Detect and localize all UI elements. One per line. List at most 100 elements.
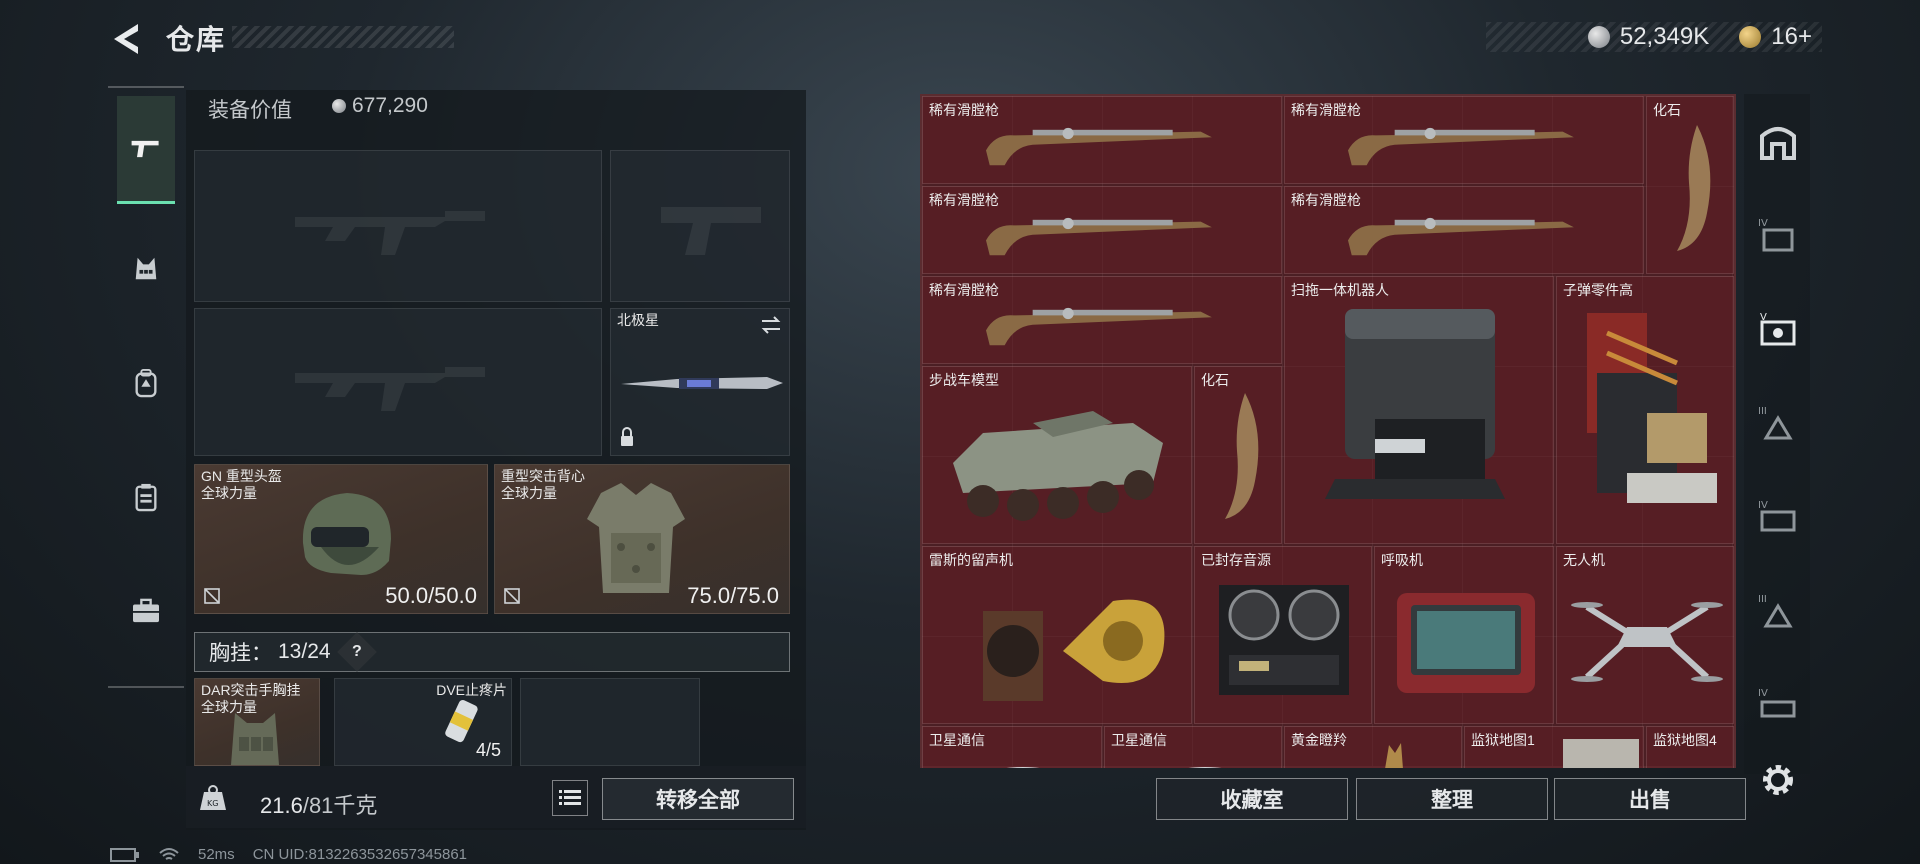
carry-weight: 21.6/81千克 — [260, 788, 377, 820]
nav-weapons[interactable] — [117, 96, 175, 204]
battery-icon — [110, 847, 139, 862]
item-label: 步战车模型 — [929, 372, 999, 388]
wifi-icon — [159, 847, 179, 860]
nav-container[interactable] — [117, 468, 175, 526]
musket-icon — [986, 307, 1212, 346]
armor-slot[interactable]: 重型突击背心 全球力量 75.0/75.0 — [494, 464, 790, 614]
item-label: 雷斯的留声机 — [929, 552, 1013, 568]
tier-iv-map-icon: IV — [1758, 500, 1796, 532]
settings-gear-icon[interactable] — [1758, 760, 1798, 800]
map-icon — [1563, 739, 1639, 768]
ammo-crate-icon — [1587, 313, 1717, 503]
stash-item-golden-gazelle[interactable]: 黄金瞪羚 — [1284, 726, 1462, 768]
chest-rig-slot[interactable]: DAR突击手胸挂 全球力量 — [194, 678, 320, 766]
nav-case[interactable] — [117, 582, 175, 640]
chest-rig-icon — [231, 713, 279, 765]
secondary-weapon-slot[interactable] — [194, 308, 602, 456]
musket-icon — [1348, 127, 1574, 166]
stash-item-drone[interactable]: 无人机 — [1556, 546, 1734, 724]
musket-icon — [986, 217, 1212, 256]
stash-item-fossil[interactable]: 化石 — [1646, 96, 1734, 274]
silver-coin-icon — [1587, 26, 1610, 48]
stash-item-gramophone[interactable]: 雷斯的留声机 — [922, 546, 1192, 724]
item-label: 呼吸机 — [1381, 552, 1423, 568]
tier-v-case-tab[interactable]: V — [1756, 306, 1800, 350]
sell-button[interactable]: 出售 — [1554, 778, 1746, 820]
melee-slot-label: 北极星 — [617, 312, 659, 328]
reel-to-reel-icon — [1219, 585, 1349, 695]
stash-item-satellite-phone[interactable]: 卫星通信 — [922, 726, 1102, 768]
list-icon — [559, 790, 581, 805]
stash-item-sealed-tape[interactable]: 已封存音源 — [1194, 546, 1372, 724]
pistol-slot[interactable] — [610, 150, 790, 302]
tier-iv-case-tab[interactable]: IV — [1756, 212, 1800, 256]
item-label: 扫拖一体机器人 — [1291, 282, 1389, 298]
nav-vest[interactable] — [117, 240, 175, 298]
weight-kg-icon: KG — [200, 785, 226, 810]
stash-item-prison-map[interactable]: 监狱地图1 — [1464, 726, 1644, 768]
chest-rig-capacity: 13/24 — [278, 640, 331, 663]
helmet-label: GN 重型头盔 全球力量 — [201, 468, 282, 501]
vest-icon — [135, 257, 157, 280]
tier-iv-box-icon: IV — [1758, 688, 1796, 718]
list-view-button[interactable] — [552, 780, 588, 816]
pistol-silhouette-icon — [661, 207, 761, 255]
unrepairable-icon — [504, 588, 520, 604]
equipment-value: 677,290 — [332, 94, 428, 118]
tier-iv-map-tab[interactable]: IV — [1756, 494, 1800, 538]
item-label: 子弹零件高 — [1563, 282, 1633, 298]
melee-slot[interactable]: 北极星 — [610, 308, 790, 456]
item-label: 化石 — [1653, 102, 1681, 118]
robot-vacuum-icon — [1325, 309, 1505, 499]
title-stripe-decoration — [232, 26, 454, 48]
helmet-slot[interactable]: GN 重型头盔 全球力量 50.0/50.0 — [194, 464, 488, 614]
back-button[interactable] — [108, 20, 146, 58]
stash-item-satellite-phone[interactable]: 卫星通信 — [1104, 726, 1282, 768]
gold-coin-icon — [1739, 26, 1762, 48]
nav-backpack[interactable] — [117, 354, 175, 412]
stash-item-musket[interactable]: 稀有滑膛枪 — [922, 186, 1282, 274]
body-armor-icon — [587, 483, 685, 593]
svg-text:III: III — [1758, 594, 1767, 605]
tier-iv-box-tab[interactable]: IV — [1756, 682, 1800, 726]
tier-iii-map-icon: III — [1758, 594, 1793, 628]
primary-weapon-slot[interactable] — [194, 150, 602, 302]
stash-item-prison-map[interactable]: 监狱地图4 — [1646, 726, 1734, 768]
fossil-claw-icon — [1677, 125, 1711, 251]
stash-item-fossil[interactable]: 化石 — [1194, 366, 1282, 544]
item-label: 已封存音源 — [1201, 552, 1271, 568]
tier-iii-map-tab[interactable]: III — [1756, 588, 1800, 632]
stash-item-musket[interactable]: 稀有滑膛枪 — [922, 276, 1282, 364]
ping-value: 52ms — [198, 846, 235, 863]
tier-v-case-icon: V — [1760, 312, 1796, 346]
stash-item-robot-vacuum[interactable]: 扫拖一体机器人 — [1284, 276, 1554, 544]
stash-item-ventilator[interactable]: 呼吸机 — [1374, 546, 1554, 724]
swap-icon[interactable] — [759, 313, 783, 337]
collection-room-button[interactable]: 收藏室 — [1156, 778, 1348, 820]
svg-text:III: III — [1758, 406, 1767, 417]
stash-item-musket[interactable]: 稀有滑膛枪 — [1284, 186, 1644, 274]
stash-item-bullet-parts[interactable]: 子弹零件高 — [1556, 276, 1734, 544]
rig-pocket-slot[interactable]: DVE止疼片 4/5 — [334, 678, 512, 766]
satellite-dish-icon — [1188, 767, 1222, 768]
sort-button[interactable]: 整理 — [1356, 778, 1548, 820]
rifle-silhouette-icon — [295, 211, 485, 255]
system-status-bar: 52ms CN UID:8132263532657345861 — [110, 846, 467, 863]
equipment-category-nav — [108, 86, 184, 688]
tier-iii-case-tab[interactable]: III — [1756, 400, 1800, 444]
help-button[interactable]: ? — [336, 632, 377, 672]
stash-item-musket[interactable]: 稀有滑膛枪 — [922, 96, 1282, 184]
item-label: 化石 — [1201, 372, 1229, 388]
stash-home-tab[interactable] — [1756, 120, 1800, 164]
tier-iv-case-icon: IV — [1758, 218, 1794, 252]
drone-icon — [1571, 602, 1723, 682]
pistol-icon — [131, 140, 159, 157]
stash-item-musket[interactable]: 稀有滑膛枪 — [1284, 96, 1644, 184]
rig-pocket-slot-empty[interactable] — [520, 678, 700, 766]
page-title: 仓库 — [166, 24, 227, 55]
svg-text:KG: KG — [207, 799, 218, 808]
transfer-all-button[interactable]: 转移全部 — [602, 778, 794, 820]
help-icon: ? — [351, 643, 362, 660]
back-arrow-icon — [114, 24, 138, 54]
stash-item-ifv-model[interactable]: 步战车模型 — [922, 366, 1192, 544]
